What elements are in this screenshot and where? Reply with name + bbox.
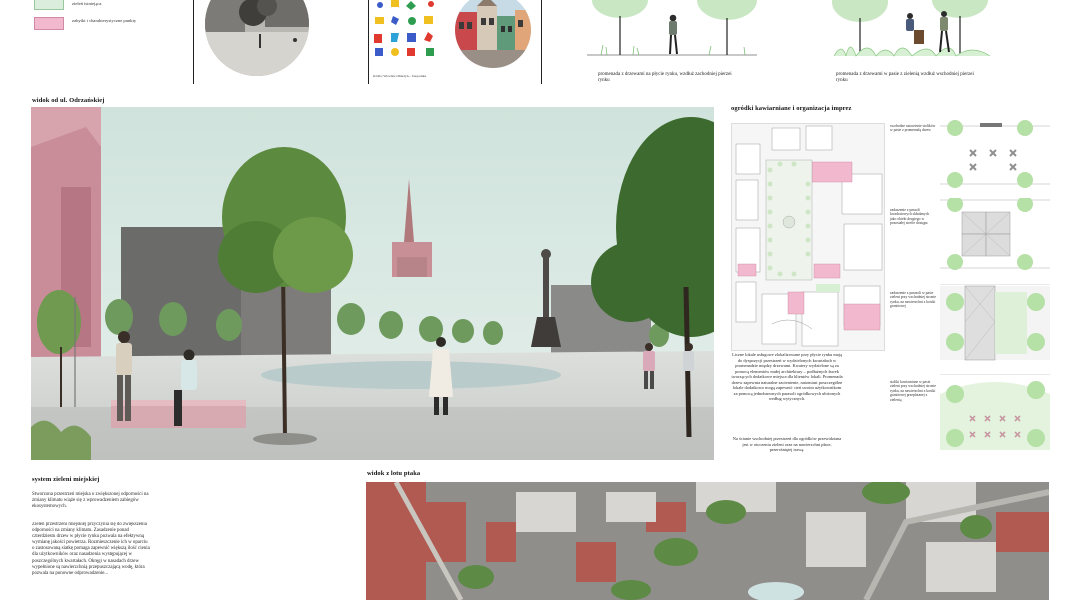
promenade-west-illustration: [585, 0, 760, 64]
cafe-diagram-tables-in-green: [940, 374, 1050, 454]
section-title-street-view: widok od ul. Odrzańskiej: [32, 97, 105, 104]
cafe-note-1: swobodne ustawienie stolików w pasie z p…: [890, 124, 936, 133]
shape-pattern: [373, 0, 443, 56]
legend-label: zieleń istniejąca: [72, 1, 102, 6]
cafe-diagram-umbrellas: [940, 198, 1050, 270]
section-title-cafe-gardens: ogródki kawiarniane i organizacja imprez: [731, 105, 852, 112]
aerial-view-render: [366, 482, 1049, 600]
legend-item-existing-green: zieleń istniejąca: [34, 0, 184, 14]
archival-photo: [205, 0, 309, 76]
section-title-green-system: system zieleni miejskiej: [32, 476, 100, 483]
cafe-description: Liczne lokale usługowe zlokalizowane prz…: [731, 352, 843, 401]
street-view-render: [31, 107, 714, 460]
divider: [368, 0, 369, 84]
legend-swatch-green: [34, 0, 64, 10]
facade-photo: [455, 0, 531, 68]
legend-swatch-pink: [34, 17, 64, 30]
cafe-site-plan: [731, 123, 885, 351]
cafe-note-4: stoliki kawiarniane w pasie zieleni przy…: [890, 380, 936, 402]
legend-label: zabytki i charakterystyczne punkty: [72, 18, 137, 23]
promenade-east-caption: promenada z drzewami w pasie z zielenią …: [836, 72, 974, 83]
divider: [193, 0, 194, 84]
cafe-description-east: Na ścianie wschodniej przestrzeń dla ogr…: [732, 436, 842, 452]
legend-item-landmarks: zabytki i charakterystyczne punkty: [34, 17, 184, 35]
cafe-note-2: zadaszenie z paraoli kwadratowych składa…: [890, 208, 930, 226]
top-strip: zieleń istniejąca zabytki i charakteryst…: [0, 0, 1080, 90]
promenade-east-illustration: [832, 0, 992, 64]
photo-credit: źródło: Wrocław Ołtarzyn... fotopolska: [373, 74, 427, 78]
cafe-note-3: zadaszenie z parasoli w pasie zieleni pr…: [890, 291, 936, 309]
green-body: Zieleń przestrzeni miejskiej przyczynia …: [32, 522, 150, 576]
promenade-west-caption: promenada z drzewami na płycie rynku, wz…: [598, 72, 732, 83]
cafe-diagram-free-tables: [940, 120, 1050, 190]
green-intro: Stworzona przestrzeń miejska o zwiększon…: [32, 492, 149, 510]
cafe-diagram-green-strip: [940, 284, 1050, 362]
section-title-aerial-view: widok z lotu ptaka: [367, 470, 421, 477]
divider: [541, 0, 542, 84]
